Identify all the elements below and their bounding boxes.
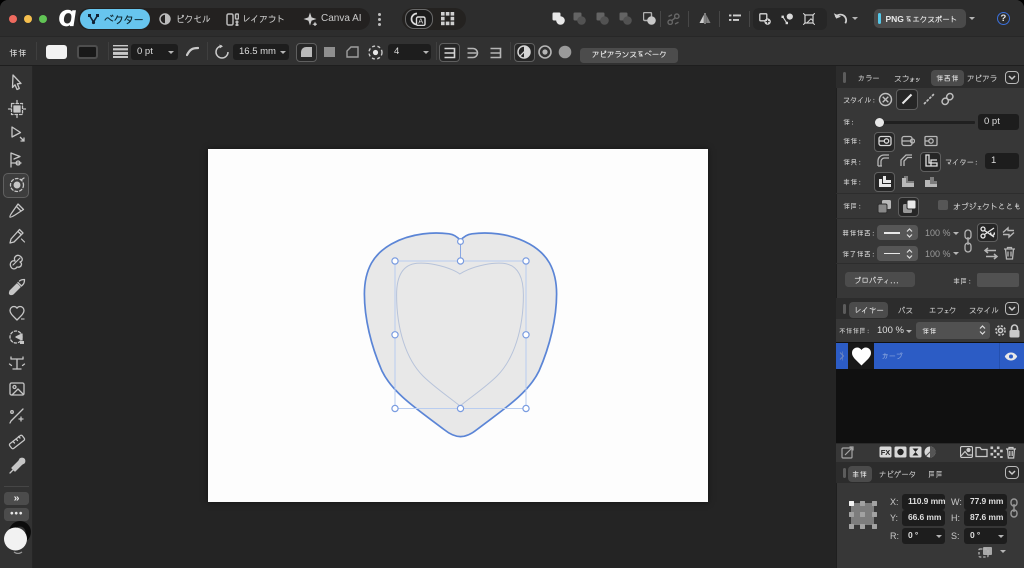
svg-text:FX: FX [881, 448, 891, 457]
